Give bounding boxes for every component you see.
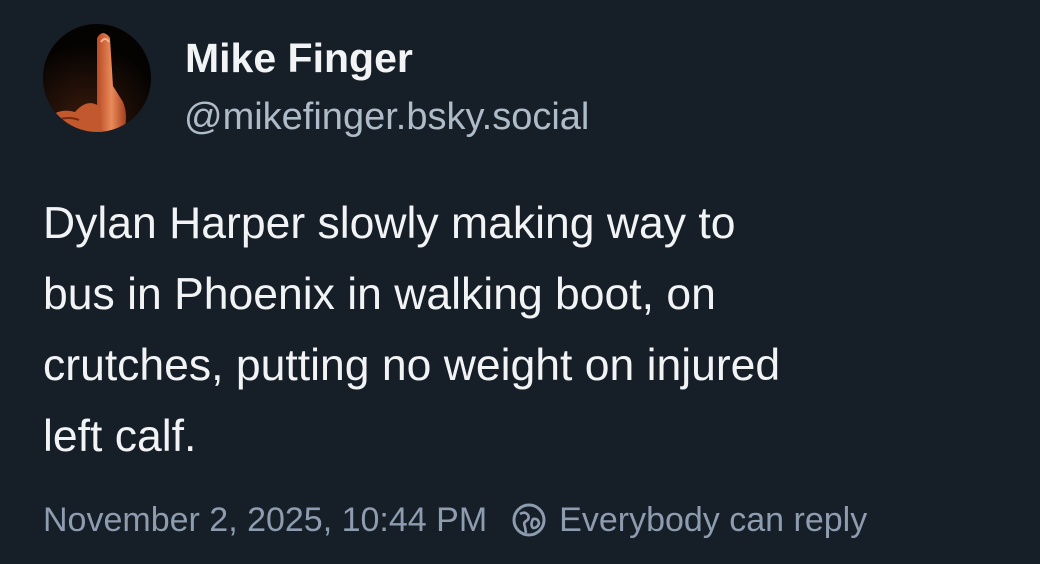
reply-setting-label: Everybody can reply [559, 500, 868, 539]
post-text-line: left calf. [43, 412, 197, 461]
reply-setting: Everybody can reply [511, 501, 867, 540]
post-text-line: bus in Phoenix in walking boot, on [43, 270, 716, 319]
avatar[interactable] [43, 24, 151, 132]
post-body-text: Dylan Harper slowly making way to bus in… [43, 188, 1033, 472]
post-meta: November 2, 2025, 10:44 PM Everybody can… [43, 498, 867, 542]
post-card: Mike Finger @mikefinger.bsky.social Dyla… [0, 0, 1040, 564]
post-text-line: Dylan Harper slowly making way to [43, 199, 736, 248]
author-handle[interactable]: @mikefinger.bsky.social [184, 95, 589, 141]
globe-icon [512, 503, 546, 537]
avatar-photo [43, 24, 151, 132]
author-display-name[interactable]: Mike Finger [185, 34, 413, 83]
post-text-line: crutches, putting no weight on injured [43, 341, 781, 390]
post-timestamp[interactable]: November 2, 2025, 10:44 PM [43, 501, 487, 540]
